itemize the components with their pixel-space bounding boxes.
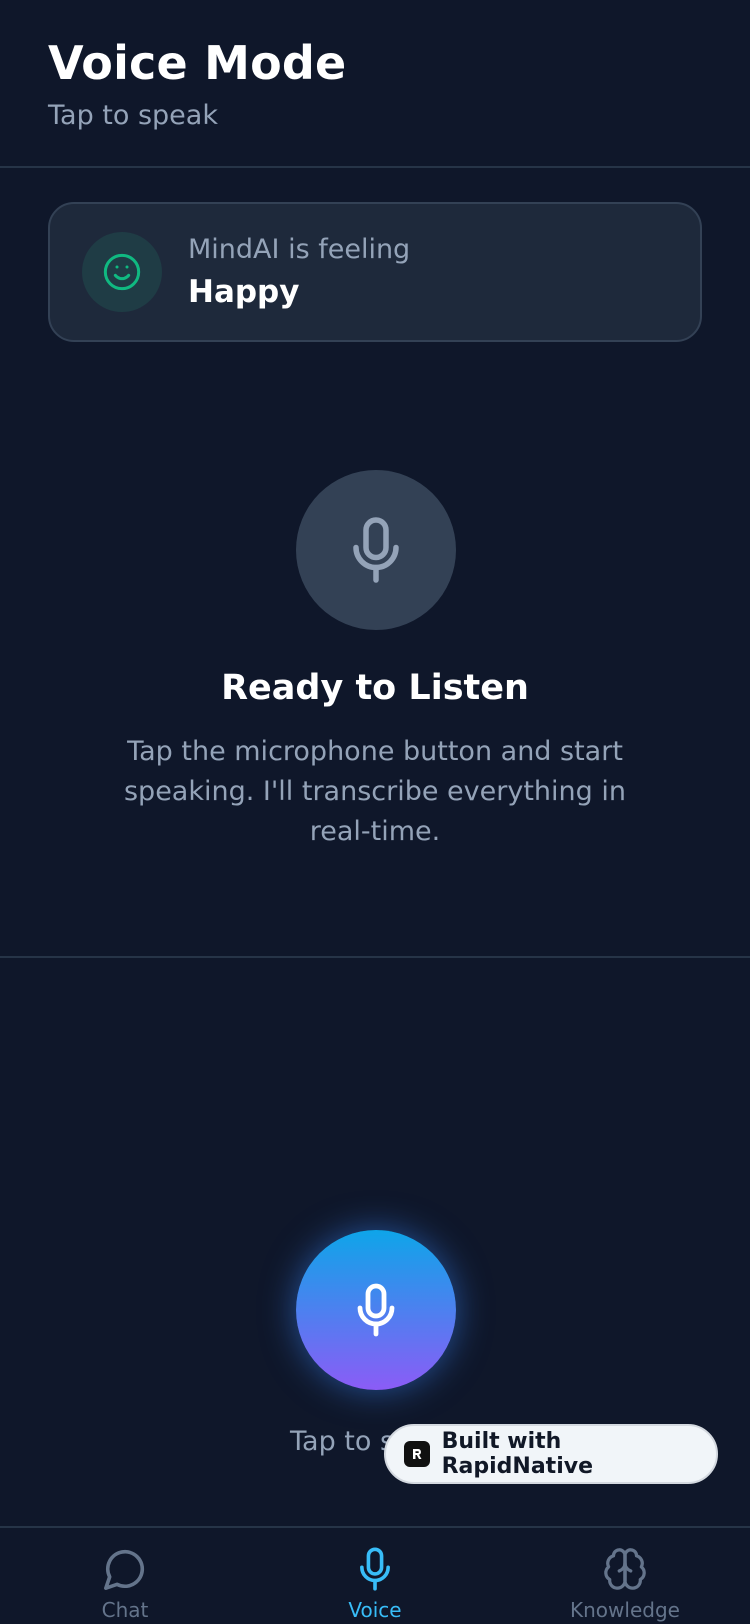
tab-chat[interactable]: Chat (0, 1546, 250, 1622)
idle-microphone-indicator (296, 470, 456, 630)
header: Voice Mode Tap to speak (0, 0, 750, 168)
rapidnative-logo-icon (404, 1441, 430, 1467)
voice-mode-screen: Voice Mode Tap to speak MindAI is feelin… (0, 0, 750, 1624)
mood-value: Happy (188, 274, 300, 310)
microphone-icon (357, 1283, 395, 1337)
built-with-badge[interactable]: Built with RapidNative (384, 1424, 718, 1484)
tab-knowledge[interactable]: Knowledge (500, 1546, 750, 1622)
tab-label: Knowledge (570, 1598, 680, 1622)
page-subtitle: Tap to speak (48, 100, 218, 131)
page-title: Voice Mode (48, 36, 347, 90)
tab-label: Voice (348, 1598, 402, 1622)
mood-icon-container (82, 232, 162, 312)
section-divider (0, 956, 750, 958)
smile-icon (103, 253, 141, 291)
chat-bubble-icon (104, 1549, 145, 1590)
tab-voice[interactable]: Voice (250, 1546, 500, 1622)
status-description: Tap the microphone button and start spea… (123, 736, 626, 847)
mood-card: MindAI is feeling Happy (48, 202, 702, 342)
tab-bar: Chat Voice Knowledge (0, 1526, 750, 1624)
mood-label: MindAI is feeling (188, 234, 411, 265)
record-button[interactable] (296, 1230, 456, 1390)
microphone-icon (360, 1547, 390, 1591)
tab-label: Chat (101, 1598, 149, 1622)
badge-text: Built with RapidNative (441, 1429, 593, 1479)
microphone-icon (353, 517, 399, 583)
brain-icon (604, 1548, 646, 1590)
status-title: Ready to Listen (221, 668, 529, 708)
